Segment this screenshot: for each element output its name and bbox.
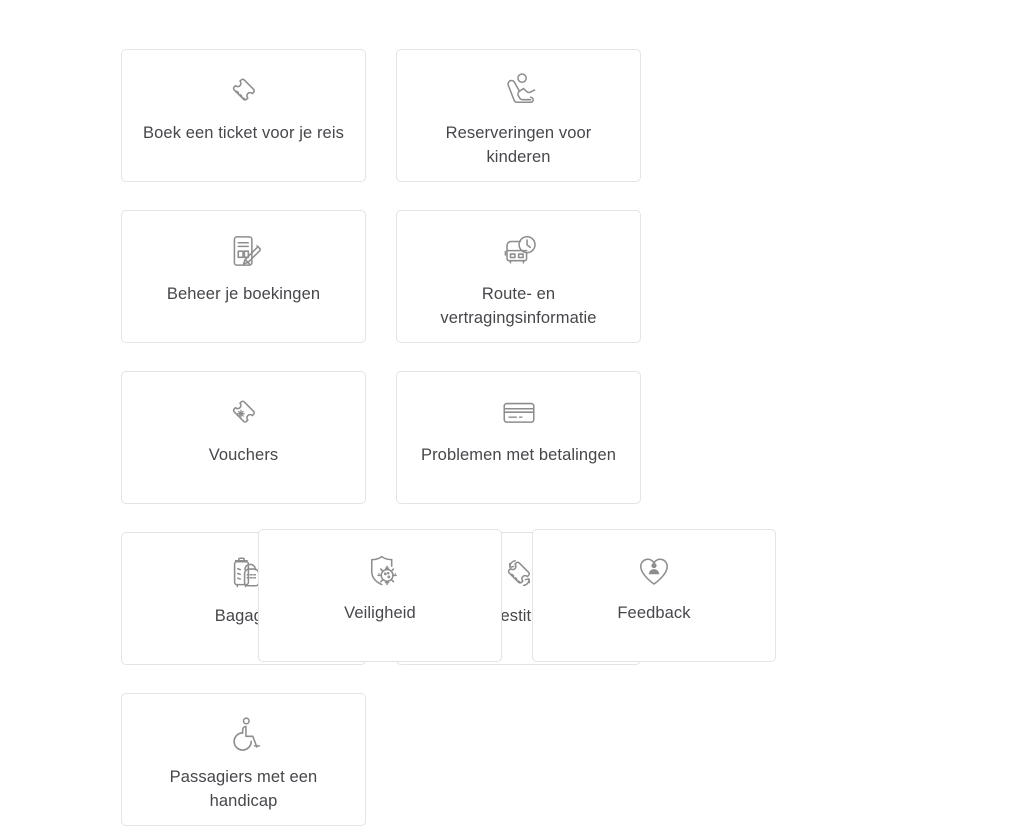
ticket-icon — [220, 66, 268, 114]
help-card-label: Beheer je boekingen — [166, 285, 321, 303]
help-card-vouchers[interactable]: Vouchers — [121, 371, 366, 504]
wheelchair-icon — [220, 710, 268, 758]
help-card-label: Veiligheid — [344, 604, 416, 622]
heart-person-icon — [630, 546, 678, 594]
help-card-label: Problemen met betalingen — [420, 446, 617, 464]
help-card-label: Boek een ticket voor je reis — [143, 124, 344, 142]
help-card-label: Vouchers — [208, 446, 279, 464]
help-card-beheer-je-boekingen[interactable]: Beheer je boekingen — [121, 210, 366, 343]
help-card-feedback[interactable]: Feedback — [532, 529, 776, 662]
credit-card-icon — [495, 388, 543, 436]
child-seat-icon — [495, 66, 543, 114]
help-card-label: Feedback — [617, 604, 691, 622]
help-topics-grid-last-row: Veiligheid Feedback — [258, 529, 776, 662]
shield-virus-icon — [356, 546, 404, 594]
help-card-label: Route- en vertragingsinformatie — [440, 285, 597, 328]
help-card-reserveringen-kinderen[interactable]: Reserveringen voor kinderen — [396, 49, 641, 182]
help-card-problemen-betalingen[interactable]: Problemen met betalingen — [396, 371, 641, 504]
help-topics-grid: Boek een ticket voor je reis Reservering… — [121, 49, 915, 826]
help-topics-page: Boek een ticket voor je reis Reservering… — [0, 0, 1036, 826]
bus-clock-icon — [495, 227, 543, 275]
help-card-veiligheid[interactable]: Veiligheid — [258, 529, 502, 662]
voucher-star-ticket-icon — [220, 388, 268, 436]
help-card-passagiers-handicap[interactable]: Passagiers met een handicap — [121, 693, 366, 826]
help-card-label: Passagiers met een handicap — [169, 768, 318, 811]
document-pencil-icon — [220, 227, 268, 275]
help-card-boek-een-ticket[interactable]: Boek een ticket voor je reis — [121, 49, 366, 182]
help-card-label: Reserveringen voor kinderen — [445, 124, 592, 167]
help-card-route-vertraging[interactable]: Route- en vertragingsinformatie — [396, 210, 641, 343]
